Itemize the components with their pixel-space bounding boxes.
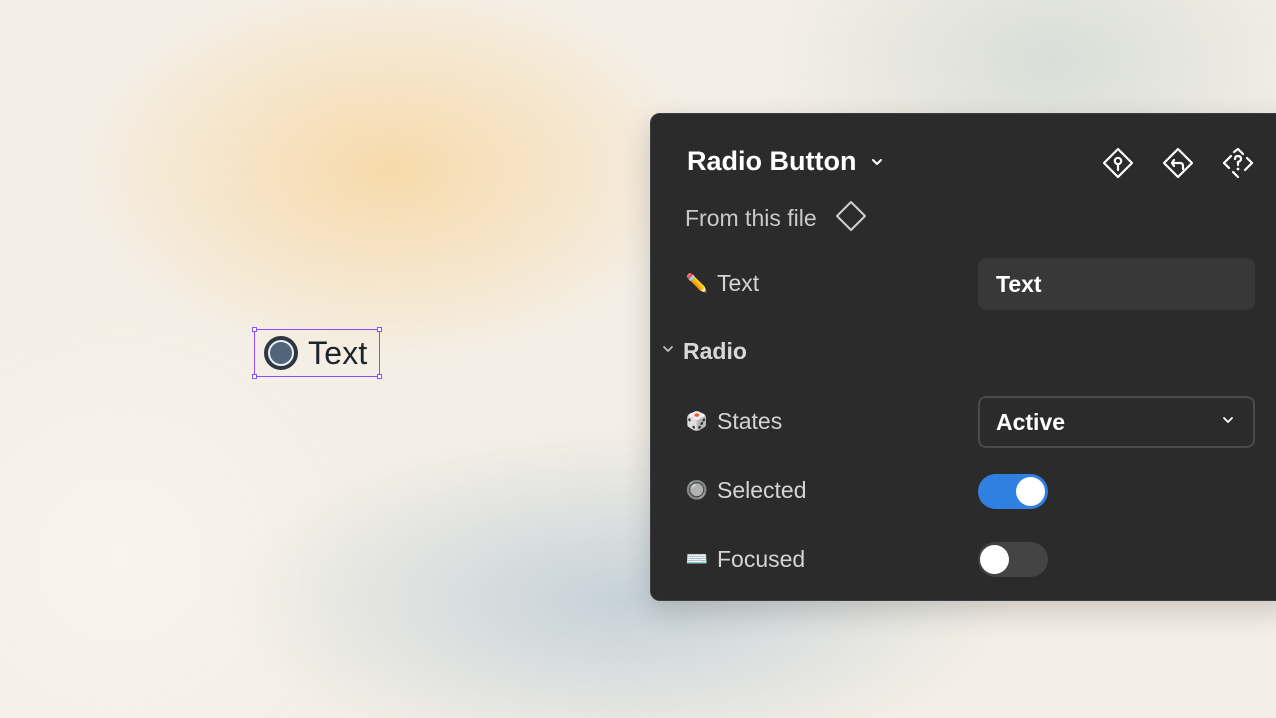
selected-toggle[interactable] xyxy=(978,474,1048,509)
go-to-main-component-icon[interactable] xyxy=(1101,146,1135,180)
resize-handle-top-left[interactable] xyxy=(252,327,257,332)
property-focused-label: Focused xyxy=(717,546,806,572)
states-dropdown-value: Active xyxy=(996,408,1066,435)
toggle-knob xyxy=(980,545,1009,574)
chevron-down-icon[interactable] xyxy=(870,155,884,169)
property-text-label: Text xyxy=(717,270,760,296)
property-selected-label: Selected xyxy=(717,477,807,503)
chevron-down-icon xyxy=(1221,413,1235,432)
radio-label-text: Text xyxy=(308,334,368,371)
radio-dot xyxy=(270,342,292,364)
header-actions xyxy=(1101,146,1255,180)
source-label: From this file xyxy=(685,205,817,231)
states-dropdown[interactable]: Active xyxy=(978,396,1255,448)
property-states-label: States xyxy=(717,408,783,434)
radio-button-component[interactable]: Text xyxy=(252,327,382,379)
focused-toggle[interactable] xyxy=(978,542,1048,577)
property-selected: 🔘 Selected xyxy=(685,477,807,504)
radio-button-icon: 🔘 xyxy=(685,480,709,501)
detach-instance-icon[interactable] xyxy=(1221,146,1255,180)
panel-header: Radio Button xyxy=(687,146,884,177)
chevron-down-icon xyxy=(661,342,675,361)
instance-properties-panel: Radio Button From this file ✏️ Text Text… xyxy=(650,113,1276,601)
toggle-knob xyxy=(1016,477,1045,506)
pencil-icon: ✏️ xyxy=(685,273,709,294)
resize-handle-bottom-left[interactable] xyxy=(252,374,257,379)
section-radio[interactable]: Radio xyxy=(661,338,747,365)
component-diamond-icon xyxy=(835,200,867,237)
component-source: From this file xyxy=(685,200,867,237)
keyboard-icon: ⌨️ xyxy=(685,549,709,570)
section-radio-label: Radio xyxy=(683,338,747,364)
reset-instance-icon[interactable] xyxy=(1161,146,1195,180)
property-states: 🎲 States xyxy=(685,408,782,435)
radio-circle-icon xyxy=(264,336,298,370)
component-name: Radio Button xyxy=(687,146,857,176)
property-text: ✏️ Text xyxy=(685,270,759,297)
text-property-input[interactable]: Text xyxy=(978,258,1255,310)
dice-icon: 🎲 xyxy=(685,411,709,432)
resize-handle-top-right[interactable] xyxy=(377,327,382,332)
resize-handle-bottom-right[interactable] xyxy=(377,374,382,379)
property-focused: ⌨️ Focused xyxy=(685,546,805,573)
